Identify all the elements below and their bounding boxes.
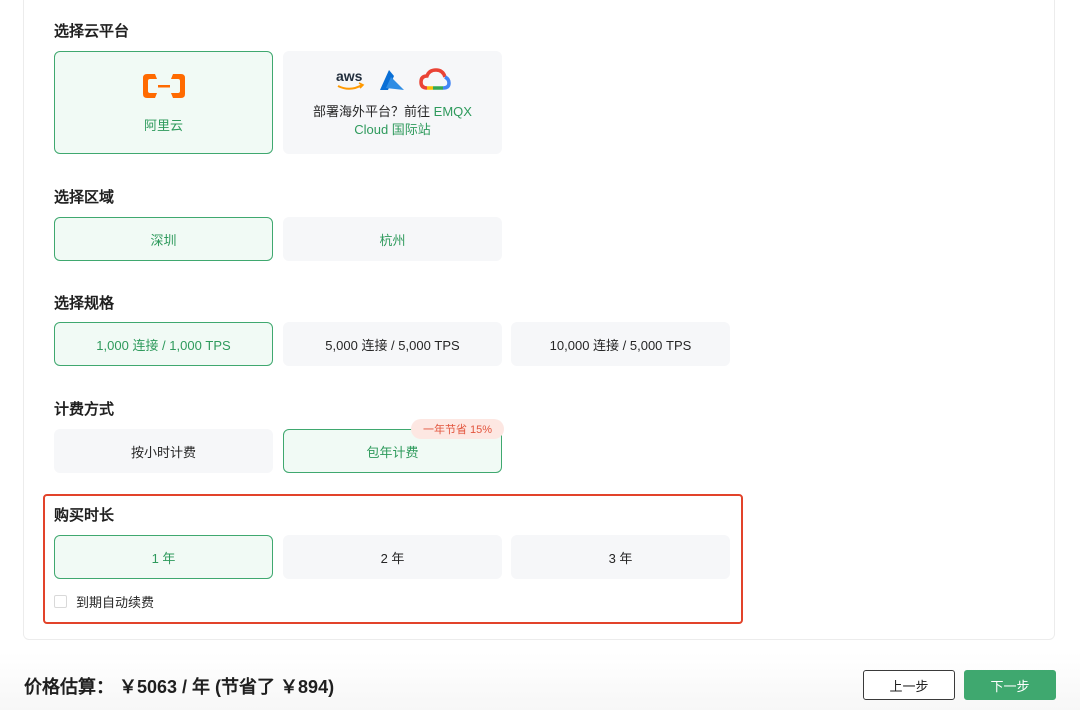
duration-section-title: 购买时长 <box>54 507 115 524</box>
spec-option-1000[interactable]: 1,000 连接 / 1,000 TPS <box>54 322 273 366</box>
auto-renew-row[interactable]: 到期自动续费 <box>54 592 154 611</box>
overseas-prefix: 部署海外平台？前往 <box>313 103 431 119</box>
spec-option-5000[interactable]: 5,000 连接 / 5,000 TPS <box>283 322 502 366</box>
overseas-text: 部署海外平台？前往 EMQX Cloud 国际站 <box>308 103 478 139</box>
aws-logo-text: aws <box>336 68 363 84</box>
billing-section-title: 计费方式 <box>54 401 115 418</box>
duration-option-2-year[interactable]: 2 年 <box>283 535 502 579</box>
aws-logo-icon: aws <box>336 68 364 90</box>
aliyun-label: 阿里云 <box>143 118 183 133</box>
region-option-hangzhou[interactable]: 杭州 <box>283 217 502 261</box>
billing-option-hourly[interactable]: 按小时计费 <box>54 429 273 473</box>
next-step-button[interactable]: 下一步 <box>964 670 1056 700</box>
aliyun-option[interactable]: 阿里云 <box>54 51 273 154</box>
discount-badge: 一年节省 15% <box>411 419 505 439</box>
aliyun-logo-icon <box>142 74 185 98</box>
spec-section-title: 选择规格 <box>54 295 115 312</box>
duration-option-3-year[interactable]: 3 年 <box>511 535 730 579</box>
spec-option-10000[interactable]: 10,000 连接 / 5,000 TPS <box>511 322 730 366</box>
region-section-title: 选择区域 <box>54 189 115 206</box>
prev-step-button[interactable]: 上一步 <box>863 670 955 700</box>
azure-logo-icon <box>379 69 404 90</box>
price-estimate: 价格估算： ￥5063 / 年 (节省了 ￥894) <box>24 677 335 697</box>
google-cloud-logo-icon <box>418 67 451 90</box>
overseas-option[interactable]: aws 部署海外平台？前往 EMQX Cloud 国际站 <box>283 51 502 154</box>
duration-option-1-year[interactable]: 1 年 <box>54 535 273 579</box>
auto-renew-checkbox[interactable] <box>54 595 67 608</box>
region-option-shenzhen[interactable]: 深圳 <box>54 217 273 261</box>
overseas-logos: aws <box>335 67 451 93</box>
auto-renew-label[interactable]: 到期自动续费 <box>76 592 154 611</box>
cloud-section-title: 选择云平台 <box>54 23 130 40</box>
